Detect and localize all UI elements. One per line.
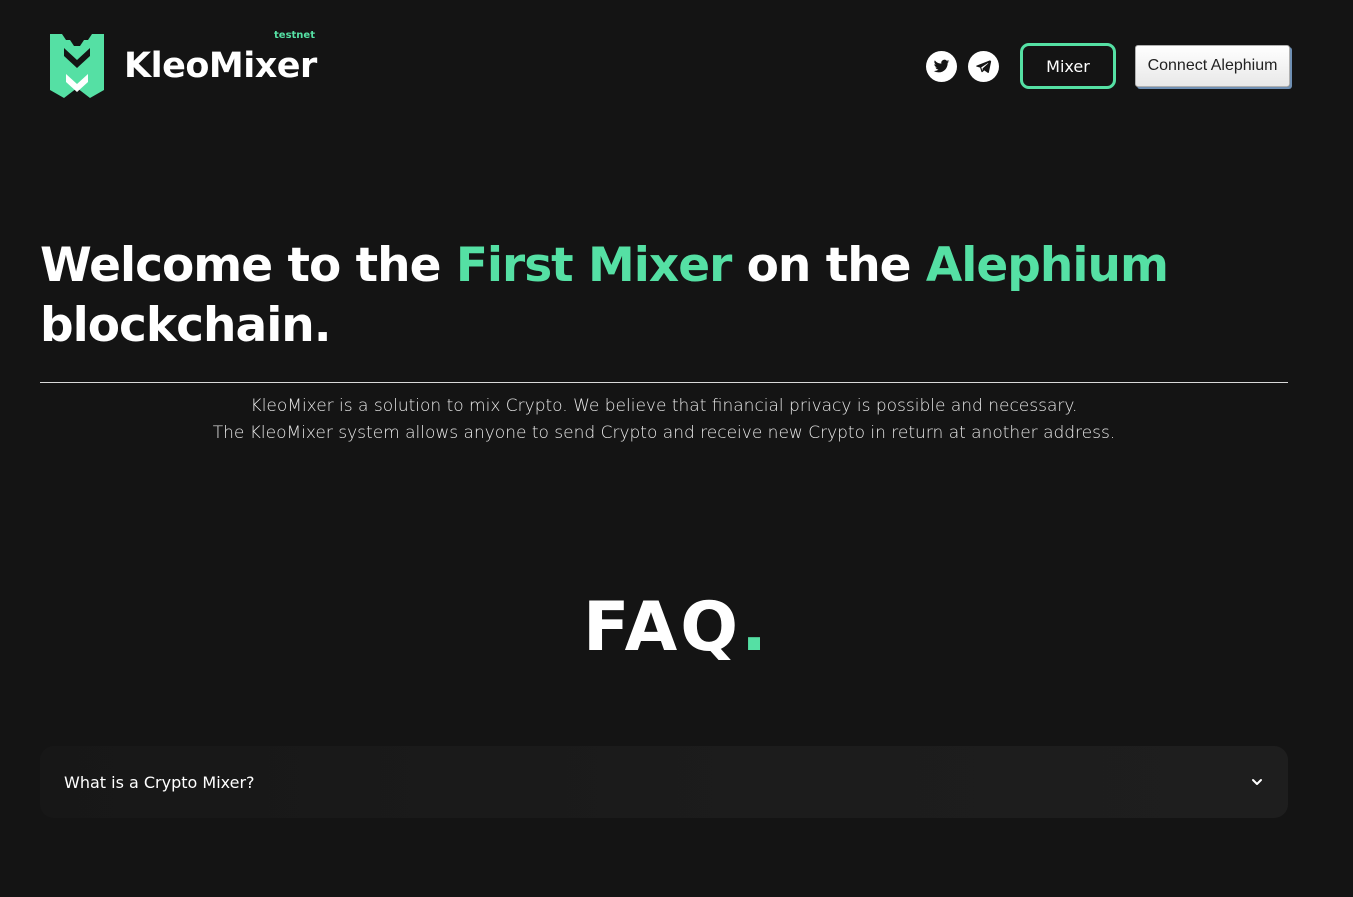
faq-title-text: FAQ (583, 588, 742, 667)
chevron-down-icon (1252, 779, 1262, 785)
page: KleoMixer testnet Mixer Connect Alephium… (0, 0, 1353, 897)
twitter-icon (933, 59, 950, 72)
hero-divider (40, 382, 1288, 383)
faq-title-dot: . (741, 588, 770, 667)
kleomixer-logo-icon (50, 34, 104, 98)
faq-item[interactable]: What is a Crypto Mixer? (40, 746, 1288, 818)
brand-name: KleoMixer (124, 46, 317, 86)
twitter-link[interactable] (926, 50, 957, 82)
faq-title: FAQ. (0, 588, 1353, 667)
hero-description-line2: The KleoMixer system allows anyone to se… (212, 423, 1116, 443)
header-nav: Mixer Connect Alephium (926, 43, 1290, 89)
hero-title-part2: on the (731, 238, 926, 293)
logo-link[interactable]: KleoMixer testnet (42, 30, 317, 100)
hero-title-part3: blockchain. (40, 298, 332, 353)
hero-title-part1: Welcome to the (40, 238, 456, 293)
hero-title: Welcome to the First Mixer on the Alephi… (40, 236, 1300, 356)
hero-title-accent-alephium: Alephium (925, 238, 1169, 293)
mixer-button[interactable]: Mixer (1020, 43, 1116, 89)
telegram-link[interactable] (968, 50, 999, 82)
hero-description: KleoMixer is a solution to mix Crypto. W… (40, 393, 1288, 447)
faq-question: What is a Crypto Mixer? (64, 772, 255, 792)
connect-alephium-button[interactable]: Connect Alephium (1135, 45, 1290, 87)
site-header: KleoMixer testnet Mixer Connect Alephium (0, 0, 1353, 130)
hero-description-line1: KleoMixer is a solution to mix Crypto. W… (250, 396, 1078, 416)
hero-title-accent-first-mixer: First Mixer (455, 238, 732, 293)
telegram-icon (976, 59, 992, 73)
testnet-badge: testnet (274, 30, 315, 41)
